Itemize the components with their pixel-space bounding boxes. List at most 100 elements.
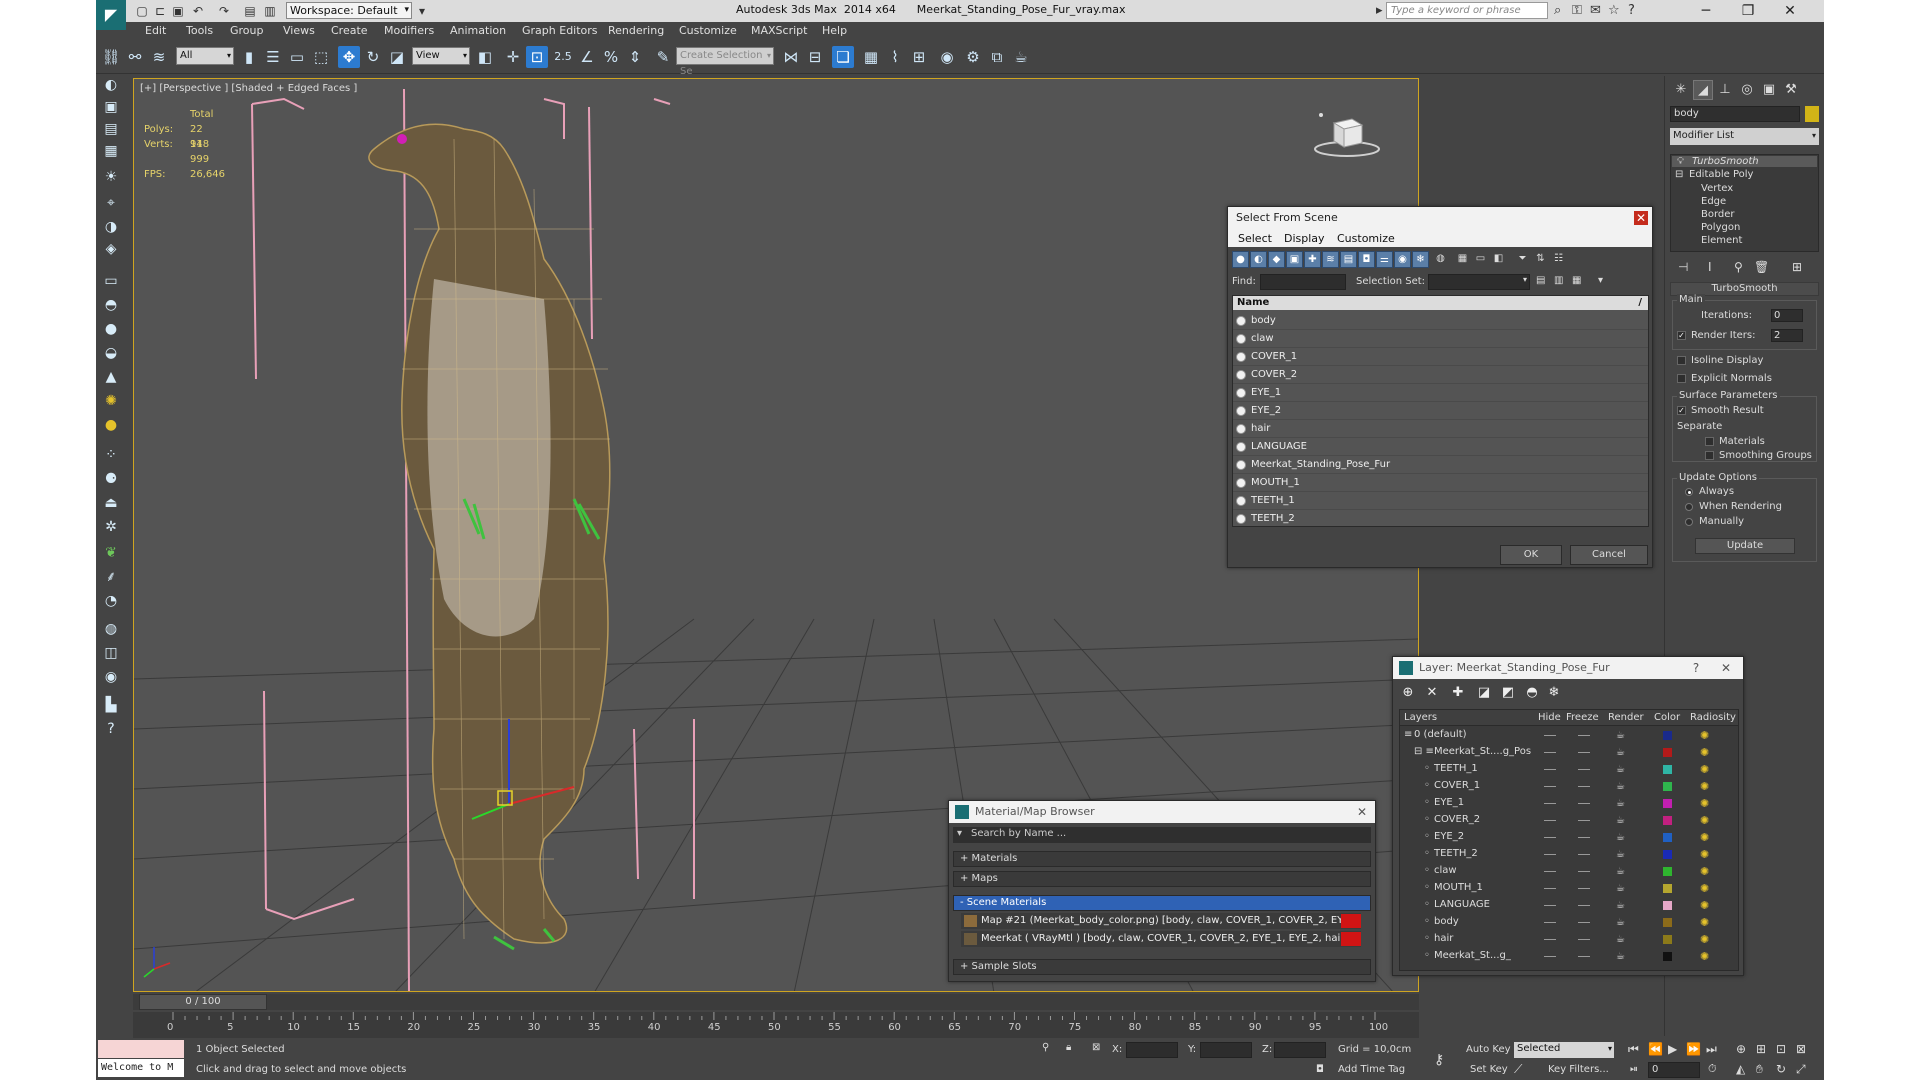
- go-to-start-icon[interactable]: ⏮: [1628, 1042, 1639, 1057]
- pin-stack-icon[interactable]: ⊣: [1678, 260, 1688, 274]
- scene-object-row[interactable]: claw: [1233, 330, 1648, 348]
- track-bar[interactable]: 0 5 10 15 20 25 30 35 40 45 50 55 60 65 70 75 80 85 90 95 10…: [133, 1012, 1419, 1038]
- iterations-spinner[interactable]: 0: [1771, 309, 1803, 322]
- hold-icon[interactable]: ▤: [242, 3, 258, 19]
- create-toolbar-icon[interactable]: ◐: [100, 74, 122, 96]
- render-setup-icon[interactable]: ⚙: [962, 46, 984, 68]
- viewport-config-icon[interactable]: ◫: [100, 642, 122, 664]
- zoom-extents-icon[interactable]: ⊕: [1736, 1042, 1746, 1056]
- patch-grid-icon[interactable]: ⏏: [100, 492, 122, 514]
- make-unique-icon[interactable]: ⚲: [1734, 260, 1743, 274]
- scene-object-row[interactable]: EYE_2: [1233, 402, 1648, 420]
- radiosity-icon[interactable]: ✺: [1700, 729, 1709, 742]
- layer-row[interactable]: ◦ EYE_1 ☕ ✺: [1400, 795, 1738, 812]
- display-geometry-icon[interactable]: ●: [1232, 251, 1249, 268]
- add-to-selection-set-icon[interactable]: ▥: [1554, 275, 1563, 286]
- layer-color-swatch[interactable]: [1663, 782, 1672, 791]
- scene-material-item[interactable]: Meerkat ( VRayMtl ) [body, claw, COVER_1…: [961, 931, 1361, 947]
- display-all-icon[interactable]: ▦: [1454, 251, 1471, 268]
- ok-button[interactable]: OK: [1500, 545, 1562, 565]
- schematic-icon[interactable]: ▦: [100, 140, 122, 162]
- hide-toggle[interactable]: [1544, 803, 1556, 804]
- go-to-end-icon[interactable]: ⏭: [1706, 1042, 1717, 1057]
- layer-row[interactable]: ⊟ ≡ Meerkat_St....g_Pos ☕ ✺: [1400, 744, 1738, 761]
- set-key-mode-icon[interactable]: ⚷: [1434, 1052, 1444, 1068]
- help-search-input[interactable]: Type a keyword or phrase: [1386, 2, 1548, 19]
- current-frame-field[interactable]: 0: [1648, 1062, 1700, 1078]
- hide-toggle[interactable]: [1544, 888, 1556, 889]
- window-crossing-icon[interactable]: ⬚: [310, 46, 332, 68]
- field-of-view-icon[interactable]: ◭: [1736, 1062, 1745, 1076]
- display-spacewarps-icon[interactable]: ≋: [1322, 251, 1339, 268]
- maximize-window-icon[interactable]: ❐: [1728, 0, 1768, 22]
- compound-icon[interactable]: ✲: [100, 516, 122, 538]
- pan-view-icon[interactable]: ✋︎: [1756, 1062, 1763, 1077]
- render-teapot-icon[interactable]: ☕: [1616, 781, 1625, 792]
- radiosity-icon[interactable]: ✺: [1700, 848, 1709, 861]
- align-icon[interactable]: ⊟: [804, 46, 826, 68]
- freeze-toggle[interactable]: [1578, 854, 1590, 855]
- scene-object-row[interactable]: EYE_1: [1233, 384, 1648, 402]
- layer-color-swatch[interactable]: [1663, 935, 1672, 944]
- render-icon[interactable]: ▣: [100, 96, 122, 118]
- maps-section[interactable]: + Maps: [953, 871, 1371, 887]
- menu-animation[interactable]: Animation: [450, 24, 506, 37]
- render-teapot-icon[interactable]: ☕: [1616, 747, 1625, 758]
- remove-modifier-icon[interactable]: 🗑︎: [1754, 260, 1769, 274]
- layer-color-swatch[interactable]: [1663, 850, 1672, 859]
- create-tab-icon[interactable]: ✳: [1671, 80, 1691, 100]
- select-manipulate-icon[interactable]: ✛: [502, 46, 524, 68]
- sample-slots-section[interactable]: + Sample Slots: [953, 959, 1371, 975]
- freeze-toggle[interactable]: [1578, 888, 1590, 889]
- render-teapot-icon[interactable]: ☕: [1616, 934, 1625, 945]
- omni-light-icon[interactable]: ●: [100, 414, 122, 436]
- layer-color-swatch[interactable]: [1663, 867, 1672, 876]
- cone-primitive-icon[interactable]: ▲: [100, 366, 122, 388]
- radiosity-icon[interactable]: ✺: [1700, 780, 1709, 793]
- freeze-toggle[interactable]: [1578, 803, 1590, 804]
- time-tag-icon[interactable]: ◘: [1316, 1064, 1324, 1075]
- radiosity-icon[interactable]: ✺: [1700, 899, 1709, 912]
- radiosity-icon[interactable]: ✺: [1700, 950, 1709, 963]
- render-iters-checkbox[interactable]: ✓: [1677, 331, 1686, 340]
- scene-materials-section[interactable]: - Scene Materials: [953, 895, 1371, 911]
- show-end-result-icon[interactable]: Ⅰ: [1708, 260, 1712, 274]
- explicit-normals-checkbox[interactable]: [1677, 374, 1686, 383]
- layer-color-swatch[interactable]: [1663, 901, 1672, 910]
- rectangular-selection-icon[interactable]: ▭: [286, 46, 308, 68]
- freeze-toggle[interactable]: [1578, 769, 1590, 770]
- named-selection-set-input[interactable]: Create Selection Se ▾: [676, 47, 774, 77]
- save-file-icon[interactable]: ▣: [170, 3, 186, 19]
- hide-toggle[interactable]: [1544, 922, 1556, 923]
- stack-sub-polygon[interactable]: Polygon: [1701, 222, 1740, 233]
- mirror-icon[interactable]: ⋈: [780, 46, 802, 68]
- hide-toggle[interactable]: [1544, 871, 1556, 872]
- layer-row[interactable]: ≡ 0 (default) ☕ ✺: [1400, 727, 1738, 744]
- modify-tab-icon[interactable]: ◢: [1693, 80, 1713, 100]
- layer-row[interactable]: ◦ LANGUAGE ☕ ✺: [1400, 897, 1738, 914]
- key-filters-button[interactable]: Key Filters...: [1548, 1064, 1609, 1075]
- scene-object-row[interactable]: LANGUAGE: [1233, 438, 1648, 456]
- select-and-rotate-icon[interactable]: ↻: [362, 46, 384, 68]
- viewcube-toggle-icon[interactable]: ◉: [100, 666, 122, 688]
- selection-set-dropdown[interactable]: ▾: [1428, 274, 1530, 290]
- name-column-header[interactable]: Name /: [1233, 296, 1648, 310]
- light-bulb-icon[interactable]: 💡︎: [1677, 156, 1684, 167]
- help-icon[interactable]: ?: [1628, 3, 1635, 19]
- select-and-move-icon[interactable]: ✥: [338, 46, 360, 68]
- sfs-menu-select[interactable]: Select: [1238, 232, 1272, 245]
- scene-object-row[interactable]: TEETH_1: [1233, 492, 1648, 510]
- hide-all-layers-icon[interactable]: ◓: [1523, 684, 1541, 702]
- hide-toggle[interactable]: [1544, 769, 1556, 770]
- select-and-link-icon[interactable]: ⛓: [100, 46, 122, 68]
- render-teapot-icon[interactable]: ☕: [1616, 883, 1625, 894]
- auto-key-button[interactable]: Auto Key: [1466, 1044, 1511, 1055]
- freeze-all-layers-icon[interactable]: ❄: [1545, 684, 1563, 702]
- options-menu-icon[interactable]: ▾: [1598, 275, 1603, 286]
- display-xrefs-icon[interactable]: ◘: [1358, 251, 1375, 268]
- scene-object-row[interactable]: COVER_2: [1233, 366, 1648, 384]
- viewcube[interactable]: [1312, 109, 1382, 159]
- layer-row[interactable]: ◦ EYE_2 ☕ ✺: [1400, 829, 1738, 846]
- find-input[interactable]: [1260, 274, 1346, 290]
- render-teapot-icon[interactable]: ☕: [1616, 900, 1625, 911]
